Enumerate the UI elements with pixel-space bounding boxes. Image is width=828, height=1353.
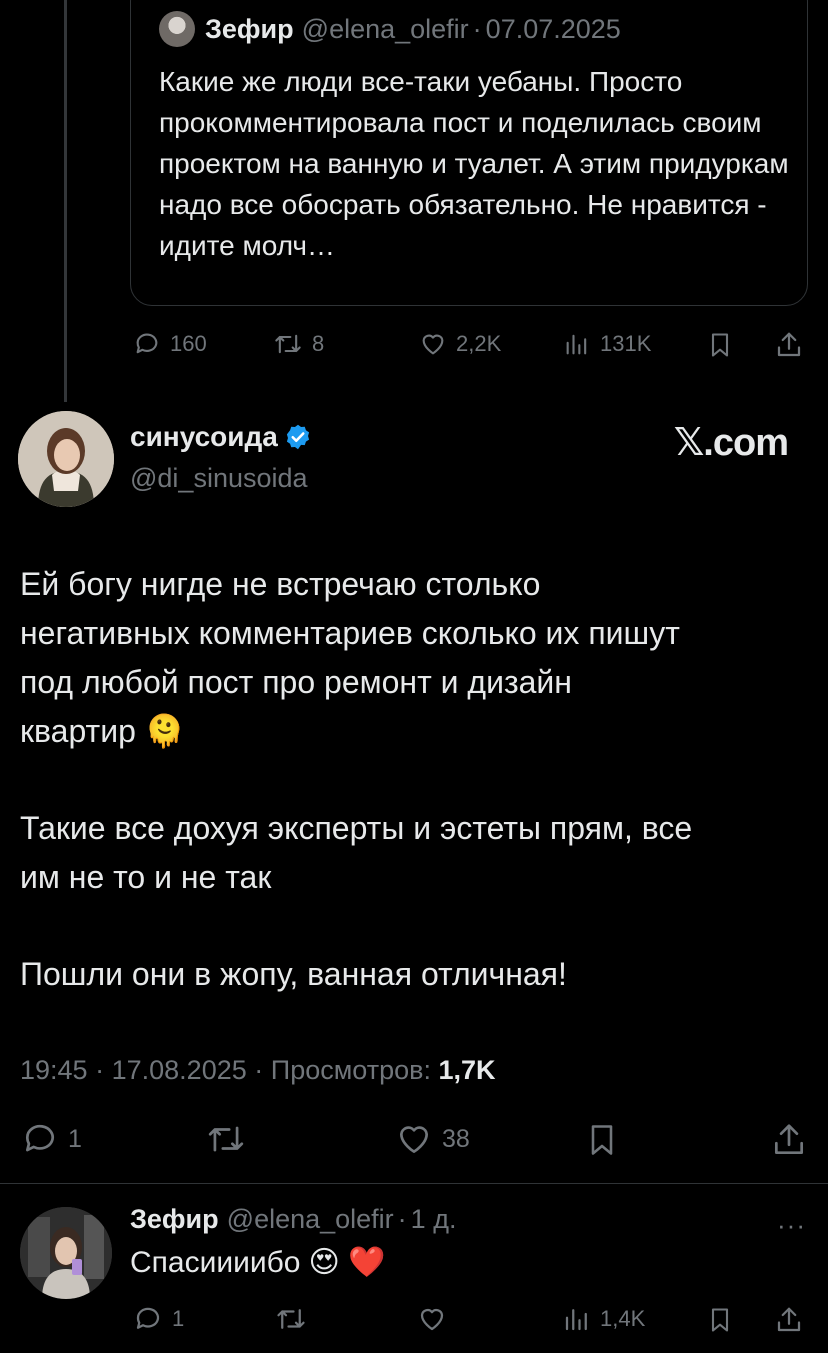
x-com-logo: 𝕏.com — [673, 422, 789, 464]
tweet-line: негативных комментариев сколько их пишут — [20, 615, 680, 651]
separator-dot: · — [254, 1055, 264, 1085]
reply-like-button[interactable] — [416, 1304, 448, 1334]
share-icon — [774, 1124, 804, 1155]
views-icon — [566, 334, 587, 355]
separator-dot: · — [472, 13, 482, 44]
share-button[interactable] — [770, 1120, 808, 1160]
author-name-row[interactable]: синусоида — [130, 421, 312, 453]
quoted-repost-button[interactable]: 8 — [272, 330, 324, 358]
reply-button[interactable]: 1 — [20, 1120, 82, 1158]
reply-age[interactable]: 1 д. — [411, 1204, 457, 1235]
reply-avatar-photo — [20, 1207, 112, 1299]
reply-icon — [25, 1124, 54, 1152]
heart-icon — [420, 1308, 444, 1331]
reply-emojis: 😍 ❤️ — [308, 1246, 386, 1279]
quoted-reply-button[interactable]: 160 — [132, 330, 207, 358]
reply-icon — [136, 1307, 160, 1329]
like-count: 38 — [442, 1124, 470, 1153]
bookmark-icon — [591, 1125, 613, 1155]
reply-repost-button[interactable] — [274, 1304, 308, 1334]
bookmark-icon — [711, 1308, 729, 1332]
thread-line — [64, 0, 67, 402]
quoted-tweet-header: Зефир @elena_olefir · 07.07.2025 — [159, 11, 621, 47]
tweet-line: Ей богу нигде не встречаю столько — [20, 566, 541, 602]
repost-button[interactable] — [204, 1120, 248, 1158]
reply-author-handle[interactable]: @elena_olefir — [227, 1204, 394, 1235]
tweet-paragraph-1: Ей богу нигде не встречаю столько негати… — [20, 560, 810, 756]
reply-icon — [136, 333, 158, 354]
reply-reply-button[interactable]: 1 — [132, 1304, 184, 1334]
tweet-time[interactable]: 19:45 — [20, 1055, 88, 1085]
author-name[interactable]: синусоида — [130, 421, 278, 453]
views-icon — [565, 1309, 587, 1331]
repost-icon — [277, 1309, 305, 1329]
tweet-line: им не то и не так — [20, 859, 272, 895]
tweet-line-with-emoji: квартир 🫠 — [20, 707, 810, 756]
views-label: Просмотров: — [270, 1055, 431, 1085]
quoted-views-button[interactable]: 131K — [562, 330, 651, 358]
share-icon — [777, 332, 801, 357]
like-button[interactable]: 38 — [394, 1120, 470, 1158]
author-avatar-photo — [18, 411, 114, 507]
reply-header: Зефир @elena_olefir · 1 д. — [130, 1204, 456, 1235]
tweet-meta: 19:45 · 17.08.2025 · Просмотров: 1,7K — [20, 1055, 496, 1086]
author-handle[interactable]: @di_sinusoida — [130, 463, 308, 494]
quoted-like-button[interactable]: 2,2K — [418, 330, 501, 358]
heart-icon — [422, 334, 444, 355]
quoted-share-button[interactable] — [774, 330, 804, 360]
reply-author-name[interactable]: Зефир — [130, 1204, 219, 1235]
divider — [0, 1183, 828, 1184]
tweet-paragraph-2: Такие все дохуя эксперты и эстеты прям, … — [20, 804, 810, 902]
verified-badge-icon — [286, 424, 309, 450]
views-count[interactable]: 1,7K — [438, 1055, 495, 1085]
quoted-repost-count: 8 — [312, 331, 325, 356]
separator-dot: · — [95, 1055, 105, 1085]
quoted-author-avatar[interactable] — [159, 11, 195, 47]
reply-share-button[interactable] — [774, 1304, 804, 1336]
tweet-paragraph-3: Пошли они в жопу, ванная отличная! — [20, 956, 567, 992]
bookmark-icon — [711, 333, 729, 357]
reply-text-row: Спасиииибо 😍 ❤️ — [130, 1245, 385, 1280]
author-avatar[interactable] — [18, 411, 114, 507]
quoted-reply-count: 160 — [170, 331, 207, 356]
reply-reply-count: 1 — [172, 1306, 185, 1331]
heart-icon — [399, 1126, 429, 1154]
reply-views-count: 1,4K — [600, 1306, 646, 1331]
repost-icon — [208, 1126, 244, 1152]
tweet-line: квартир — [20, 713, 136, 749]
quoted-like-count: 2,2K — [456, 331, 502, 356]
quoted-bookmark-button[interactable] — [706, 330, 734, 360]
quoted-tweet-date[interactable]: 07.07.2025 — [486, 14, 621, 45]
quoted-tweet-text: Какие же люди все-таки уебаны. Просто пр… — [159, 66, 789, 261]
quoted-author-name[interactable]: Зефир — [205, 14, 294, 45]
tweet-line: под любой пост про ремонт и дизайн — [20, 664, 572, 700]
bookmark-button[interactable] — [584, 1120, 620, 1160]
reply-views-button[interactable]: 1,4K — [562, 1304, 645, 1334]
repost-icon — [275, 334, 301, 354]
share-icon — [777, 1307, 801, 1332]
melting-face-emoji: 🫠 — [144, 713, 185, 749]
more-options-icon[interactable]: ··· — [777, 1210, 806, 1241]
quoted-views-count: 131K — [600, 331, 652, 356]
reply-text: Спасиииибо — [130, 1245, 301, 1279]
separator-dot: · — [397, 1204, 407, 1234]
reply-author-avatar[interactable] — [20, 1207, 112, 1299]
tweet-date[interactable]: 17.08.2025 — [112, 1055, 247, 1085]
quoted-author-handle[interactable]: @elena_olefir — [302, 14, 469, 45]
reply-count: 1 — [68, 1124, 82, 1153]
tweet-line: Такие все дохуя эксперты и эстеты прям, … — [20, 810, 693, 846]
quoted-tweet-card[interactable]: Зефир @elena_olefir · 07.07.2025 Какие ж… — [130, 0, 808, 306]
reply-bookmark-button[interactable] — [706, 1304, 734, 1336]
